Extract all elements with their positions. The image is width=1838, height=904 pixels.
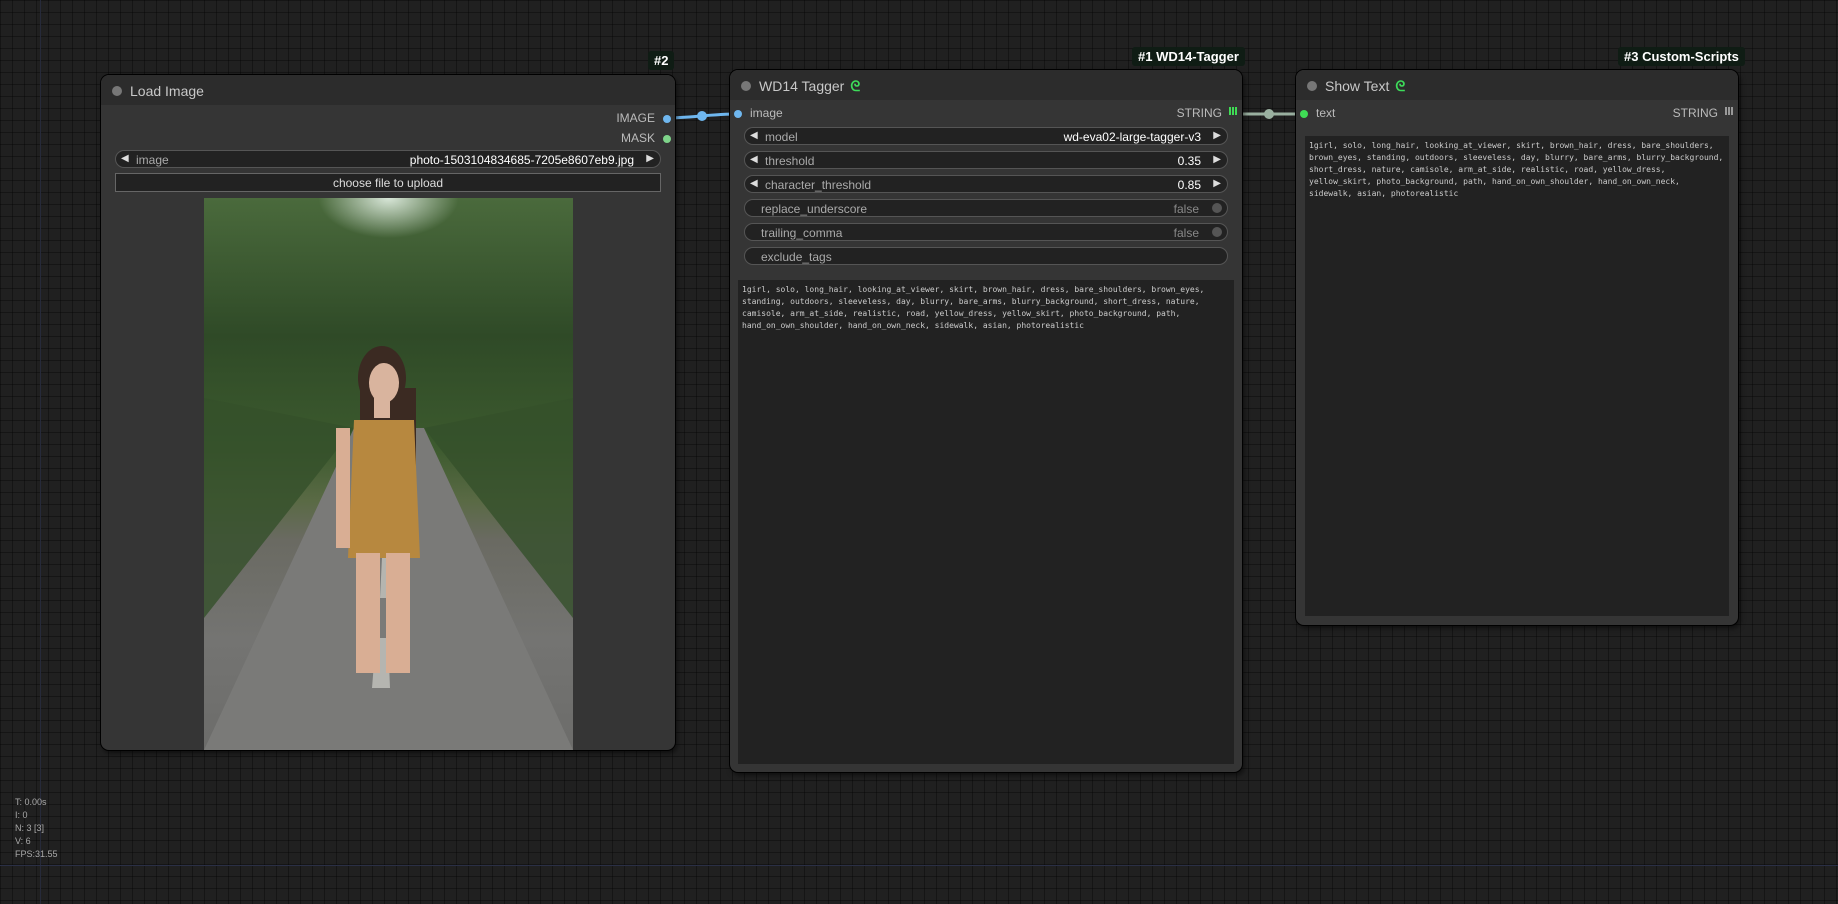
exclude-tags-text-widget[interactable]: exclude_tags [744, 247, 1228, 265]
perf-stats: T: 0.00s I: 0 N: 3 [3] V: 6 FPS:31.55 [15, 796, 58, 861]
next-arrow-icon[interactable]: ▶ [1213, 130, 1221, 141]
output-string-slot[interactable] [1725, 107, 1733, 115]
node-title: WD14 Tagger ᘓ [759, 78, 860, 95]
widget-label: model [765, 130, 798, 144]
node-id-badge: #2 [648, 51, 675, 70]
collapse-dot-icon[interactable] [112, 86, 122, 96]
link-icon: ᘓ [850, 78, 861, 94]
stat-v: V: 6 [15, 836, 31, 846]
node-title: Show Text ᘓ [1325, 78, 1405, 95]
photo-illustration [204, 346, 573, 750]
tags-output-textarea[interactable]: 1girl, solo, long_hair, looking_at_viewe… [738, 280, 1234, 764]
node-title-bar[interactable]: Show Text ᘓ [1296, 70, 1738, 100]
threshold-number-widget[interactable]: ◀ threshold 0.35 ▶ [744, 151, 1228, 169]
toggle-value: false [1173, 202, 1199, 216]
collapse-dot-icon[interactable] [1307, 81, 1317, 91]
output-image-label: IMAGE [616, 111, 655, 125]
node-title-text: Show Text [1325, 78, 1390, 94]
output-mask-label: MASK [620, 131, 655, 145]
input-image-label: image [750, 106, 783, 120]
image-link [665, 112, 739, 120]
stat-time: T: 0.00s [15, 797, 47, 807]
output-string-label: STRING [1176, 106, 1222, 120]
output-string-slot[interactable] [1229, 107, 1237, 115]
node-title-bar[interactable]: Load Image [101, 75, 675, 105]
node-title-bar[interactable]: WD14 Tagger ᘓ [730, 70, 1242, 100]
widget-label: trailing_comma [761, 226, 843, 240]
trailing-comma-toggle[interactable]: trailing_comma false [744, 223, 1228, 241]
widget-label: replace_underscore [761, 202, 868, 216]
widget-value: wd-eva02-large-tagger-v3 [1063, 130, 1201, 144]
choose-file-button[interactable]: choose file to upload [115, 173, 661, 192]
show-text-node[interactable]: Show Text ᘓ text STRING 1girl, solo, long… [1296, 70, 1738, 625]
collapse-dot-icon[interactable] [741, 81, 751, 91]
increment-arrow-icon[interactable]: ▶ [1213, 154, 1221, 165]
widget-label: image [136, 153, 169, 167]
canvas-guide-vertical [40, 0, 41, 904]
replace-underscore-toggle[interactable]: replace_underscore false [744, 199, 1228, 217]
widget-label: exclude_tags [761, 250, 832, 264]
wd14-tagger-node[interactable]: WD14 Tagger ᘓ image STRING ◀ model wd-eva… [730, 70, 1242, 772]
stat-fps: FPS:31.55 [15, 849, 58, 859]
toggle-knob-icon[interactable] [1212, 203, 1222, 213]
load-image-node[interactable]: Load Image IMAGE MASK ◀ image photo-1503… [101, 75, 675, 750]
image-combo-widget[interactable]: ◀ image photo-1503104834685-7205e8607eb9… [115, 150, 661, 168]
widget-value: photo-1503104834685-7205e8607eb9.jpg [409, 153, 634, 167]
node-id-badge: #3 Custom-Scripts [1618, 47, 1745, 66]
toggle-value: false [1173, 226, 1199, 240]
widget-value: 0.35 [1177, 154, 1201, 168]
widget-value: 0.85 [1177, 178, 1201, 192]
node-title: Load Image [130, 83, 204, 99]
toggle-knob-icon[interactable] [1212, 227, 1222, 237]
link-icon: ᘓ [1395, 78, 1406, 94]
output-image-slot[interactable] [663, 115, 671, 123]
canvas-guide-horizontal [0, 865, 1838, 866]
node-id-badge: #1 WD14-Tagger [1132, 47, 1245, 66]
prev-arrow-icon[interactable]: ◀ [121, 153, 129, 164]
string-link-midpoint [1264, 109, 1274, 119]
character-threshold-number-widget[interactable]: ◀ character_threshold 0.85 ▶ [744, 175, 1228, 193]
decrement-arrow-icon[interactable]: ◀ [750, 178, 758, 189]
stat-nodes: N: 3 [3] [15, 823, 45, 833]
widget-label: character_threshold [765, 178, 872, 192]
stat-i: I: 0 [15, 810, 28, 820]
output-mask-slot[interactable] [663, 135, 671, 143]
input-text-slot[interactable] [1300, 110, 1308, 118]
input-image-slot[interactable] [734, 110, 742, 118]
next-arrow-icon[interactable]: ▶ [646, 153, 654, 164]
model-combo-widget[interactable]: ◀ model wd-eva02-large-tagger-v3 ▶ [744, 127, 1228, 145]
output-string-label: STRING [1672, 106, 1718, 120]
input-text-label: text [1316, 106, 1336, 120]
node-title-text: WD14 Tagger [759, 78, 845, 94]
decrement-arrow-icon[interactable]: ◀ [750, 154, 758, 165]
prev-arrow-icon[interactable]: ◀ [750, 130, 758, 141]
increment-arrow-icon[interactable]: ▶ [1213, 178, 1221, 189]
image-preview [204, 198, 573, 750]
widget-label: threshold [765, 154, 815, 168]
show-text-textarea[interactable]: 1girl, solo, long_hair, looking_at_viewe… [1305, 136, 1729, 616]
image-link-midpoint [697, 111, 707, 121]
